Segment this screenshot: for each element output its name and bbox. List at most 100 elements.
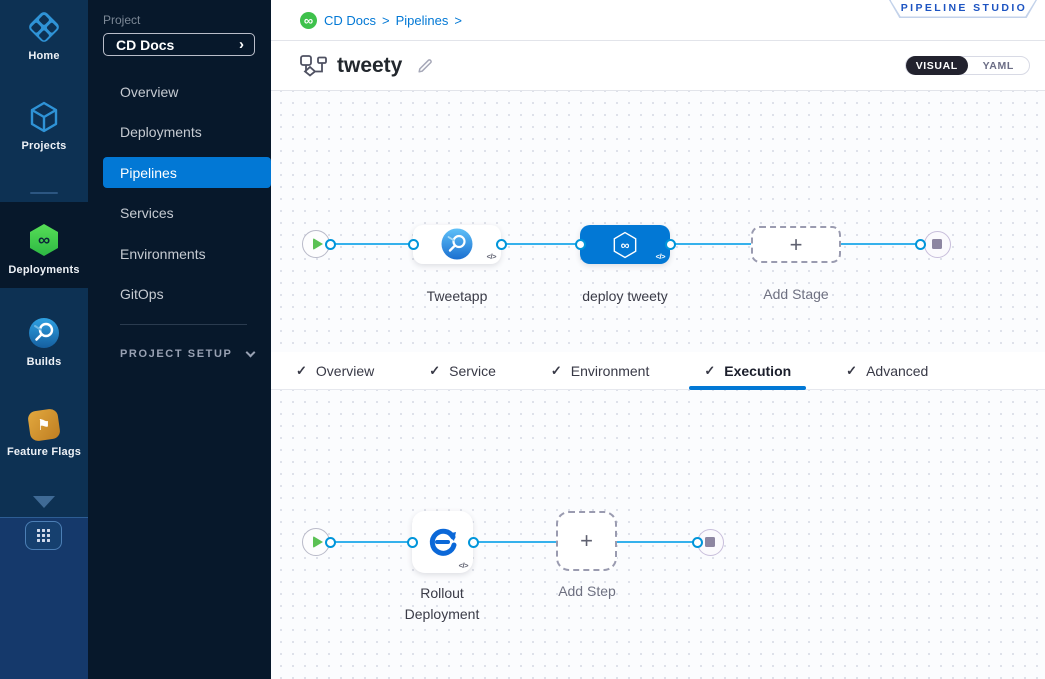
builds-icon [27, 316, 61, 350]
toggle-yaml[interactable]: YAML [968, 56, 1030, 75]
breadcrumb-cd-docs[interactable]: CD Docs [324, 13, 376, 28]
ci-stage-icon [440, 227, 474, 261]
tab-execution[interactable]: ✓ Execution [704, 352, 791, 390]
rail-item-home[interactable]: Home [0, 10, 88, 62]
rail-item-feature-flags[interactable]: ⚑ Feature Flags [0, 410, 88, 458]
execution-canvas[interactable]: </> + Rollout Deployment Add Step [271, 390, 1045, 679]
breadcrumb-separator: > [454, 13, 462, 28]
edit-pencil-icon[interactable] [416, 57, 434, 75]
stage-node-tweetapp[interactable]: </> [413, 225, 501, 264]
step-label: Rollout Deployment [392, 583, 492, 625]
stage-node-deploy-tweety[interactable]: ∞ </> [580, 225, 670, 264]
chevron-right-icon: › [239, 36, 244, 53]
rollout-step-icon [427, 526, 459, 558]
projects-cube-icon [27, 100, 61, 134]
rail-item-builds[interactable]: Builds [0, 316, 88, 368]
project-label: Project [103, 13, 140, 27]
rail-item-label: Deployments [8, 264, 79, 276]
rail-item-projects[interactable]: Projects [0, 100, 88, 152]
connector-port[interactable] [915, 239, 926, 250]
harness-project-icon: ∞ [300, 12, 317, 29]
stop-icon [705, 537, 715, 547]
connector-line [670, 243, 751, 245]
stop-icon [932, 239, 942, 249]
sidebar-item-overview[interactable]: Overview [88, 76, 271, 107]
tab-overview[interactable]: ✓ Overview [296, 352, 374, 390]
main-content: ∞ CD Docs > Pipelines > PIPELINE STUDIO … [271, 0, 1045, 679]
rail-divider [30, 192, 58, 194]
rail-item-deployments[interactable]: ∞ Deployments [0, 222, 88, 276]
connector-port[interactable] [407, 537, 418, 548]
chevron-down-icon [245, 347, 255, 357]
module-grid-button[interactable] [25, 521, 62, 550]
deployments-icon: ∞ [26, 222, 62, 258]
breadcrumb-pipelines[interactable]: Pipelines [396, 13, 449, 28]
connector-line [330, 243, 413, 245]
stage-canvas[interactable]: </> ∞ </> + Tweetapp deploy tweety Ad [271, 91, 1045, 352]
rail-item-label: Projects [21, 140, 66, 152]
sidebar-divider [120, 324, 247, 325]
pipeline-end-node [924, 231, 951, 258]
connector-line [501, 243, 580, 245]
visual-yaml-toggle: VISUAL YAML [905, 56, 1030, 75]
badge-label: PIPELINE STUDIO [901, 2, 1027, 14]
tab-advanced[interactable]: ✓ Advanced [846, 352, 928, 390]
check-icon: ✓ [429, 363, 440, 379]
connector-line [617, 541, 697, 543]
add-stage-label: Add Stage [736, 284, 856, 305]
sidebar-menu: Overview Deployments Pipelines Services … [88, 76, 271, 319]
chevron-down-icon [33, 496, 55, 508]
project-setup-toggle[interactable]: PROJECT SETUP [120, 348, 254, 360]
connector-port[interactable] [575, 239, 586, 250]
pipeline-title-bar: tweety VISUAL YAML [271, 41, 1045, 91]
sidebar-item-environments[interactable]: Environments [88, 238, 271, 269]
rail-item-label: Feature Flags [7, 446, 81, 458]
code-view-glyph: </> [459, 561, 468, 570]
check-icon: ✓ [704, 363, 715, 379]
cd-stage-icon: ∞ [609, 229, 641, 261]
rail-bottom-divider [0, 517, 88, 518]
feature-flags-icon: ⚑ [27, 408, 61, 442]
rail-more-modules[interactable] [0, 496, 88, 508]
pipeline-title: tweety [337, 54, 402, 78]
stage-label: Tweetapp [397, 286, 517, 307]
connector-line [841, 243, 920, 245]
connector-port[interactable] [692, 537, 703, 548]
stage-label: deploy tweety [565, 286, 685, 307]
sidebar-item-deployments[interactable]: Deployments [88, 117, 271, 148]
add-step-button[interactable]: + [556, 511, 617, 571]
check-icon: ✓ [296, 363, 307, 379]
step-node-rollout-deployment[interactable]: </> [412, 511, 473, 573]
project-selector[interactable]: CD Docs › [103, 33, 255, 56]
sidebar-item-gitops[interactable]: GitOps [88, 279, 271, 310]
connector-port[interactable] [408, 239, 419, 250]
code-view-glyph: </> [487, 252, 496, 261]
connector-line [473, 541, 556, 543]
grid-icon [37, 529, 51, 543]
code-view-glyph: </> [656, 252, 665, 261]
pipeline-icon [300, 55, 327, 77]
svg-text:∞: ∞ [621, 238, 630, 252]
connector-port[interactable] [665, 239, 676, 250]
tab-environment[interactable]: ✓ Environment [551, 352, 650, 390]
module-rail: Home Projects ∞ Deployments [0, 0, 88, 679]
add-stage-button[interactable]: + [751, 226, 841, 263]
connector-line [330, 541, 412, 543]
stage-config-tabs: ✓ Overview ✓ Service ✓ Environment ✓ Exe… [271, 352, 1045, 390]
toggle-visual[interactable]: VISUAL [906, 56, 968, 75]
project-sidebar: Project CD Docs › Overview Deployments P… [88, 0, 271, 679]
connector-port[interactable] [325, 239, 336, 250]
rail-item-label: Builds [27, 356, 62, 368]
connector-port[interactable] [468, 537, 479, 548]
rail-item-label: Home [28, 50, 59, 62]
pipeline-studio-badge: PIPELINE STUDIO [889, 0, 1037, 18]
pipeline-studio-app: Home Projects ∞ Deployments [0, 0, 1045, 679]
check-icon: ✓ [551, 363, 562, 379]
breadcrumb-separator: > [382, 13, 390, 28]
connector-port[interactable] [325, 537, 336, 548]
sidebar-item-services[interactable]: Services [88, 198, 271, 229]
sidebar-item-pipelines[interactable]: Pipelines [103, 157, 271, 188]
home-icon [27, 10, 61, 44]
connector-port[interactable] [496, 239, 507, 250]
tab-service[interactable]: ✓ Service [429, 352, 496, 390]
